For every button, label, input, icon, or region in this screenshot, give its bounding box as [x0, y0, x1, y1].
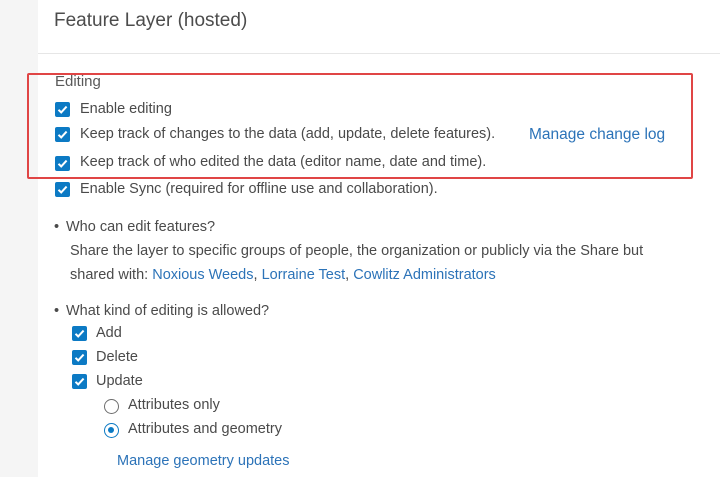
bullet: •: [54, 303, 60, 319]
track-changes-label: Keep track of changes to the data (add, …: [80, 126, 496, 142]
separator: ,: [345, 267, 350, 283]
add-checkbox[interactable]: [72, 326, 87, 341]
check-icon: [74, 329, 85, 338]
enable-editing-label: Enable editing: [80, 101, 172, 117]
attributes-and-geometry-radio[interactable]: [104, 423, 119, 438]
track-changes-checkbox[interactable]: [55, 127, 70, 142]
track-editors-checkbox[interactable]: [55, 156, 70, 171]
editing-allowed-heading: What kind of editing is allowed?: [66, 303, 270, 319]
attributes-only-label: Attributes only: [128, 397, 220, 413]
enable-editing-checkbox[interactable]: [55, 102, 70, 117]
add-label: Add: [96, 325, 122, 341]
attributes-and-geometry-label: Attributes and geometry: [128, 421, 282, 437]
group-link-noxious-weeds[interactable]: Noxious Weeds: [152, 267, 253, 283]
update-label: Update: [96, 373, 143, 389]
attributes-only-radio[interactable]: [104, 399, 119, 414]
enable-sync-checkbox[interactable]: [55, 182, 70, 197]
page-title: Feature Layer (hosted): [54, 10, 248, 31]
group-link-cowlitz-administrators[interactable]: Cowlitz Administrators: [353, 267, 496, 283]
check-icon: [57, 185, 68, 194]
check-icon: [74, 353, 85, 362]
shared-with-line: shared with: Noxious Weeds, Lorraine Tes…: [70, 267, 496, 283]
manage-change-log-link[interactable]: Manage change log: [529, 126, 665, 144]
update-checkbox[interactable]: [72, 374, 87, 389]
shared-with-label: shared with:: [70, 267, 149, 283]
check-icon: [57, 105, 68, 114]
check-icon: [57, 159, 68, 168]
track-editors-label: Keep track of who edited the data (edito…: [80, 154, 487, 170]
delete-label: Delete: [96, 349, 138, 365]
editing-section-label: Editing: [55, 73, 101, 90]
delete-checkbox[interactable]: [72, 350, 87, 365]
header-divider: [38, 53, 720, 54]
separator: ,: [253, 267, 258, 283]
who-can-edit-description: Share the layer to specific groups of pe…: [70, 243, 644, 259]
enable-sync-label: Enable Sync (required for offline use an…: [80, 181, 438, 197]
check-icon: [57, 130, 68, 139]
check-icon: [74, 377, 85, 386]
who-can-edit-heading: Who can edit features?: [66, 219, 216, 235]
group-link-lorraine-test[interactable]: Lorraine Test: [262, 267, 346, 283]
manage-geometry-updates-link[interactable]: Manage geometry updates: [117, 453, 290, 469]
bullet: •: [54, 219, 60, 235]
